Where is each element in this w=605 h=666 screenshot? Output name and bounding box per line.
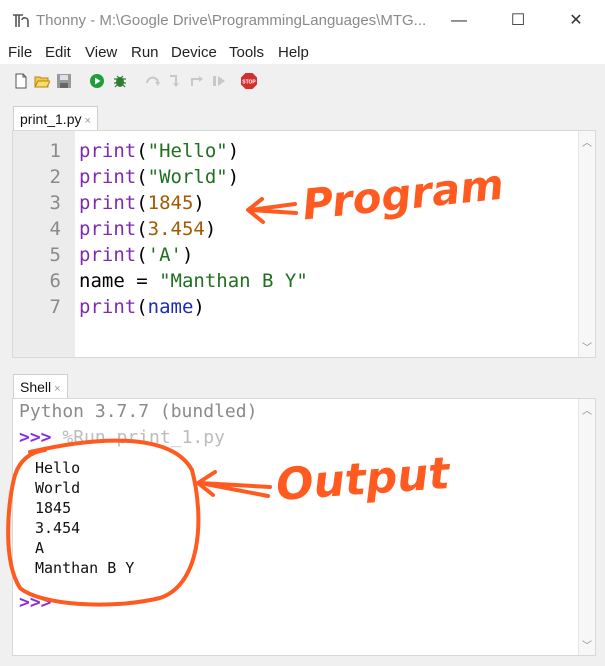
code-line: name = "Manthan B Y" [79,270,308,292]
code-line: print("Hello") [79,140,239,162]
scroll-down-icon[interactable]: ﹀ [582,637,592,652]
run-icon[interactable] [89,73,105,89]
line-number: 2 [49,166,61,188]
code-token: 3.454 [147,218,205,240]
shell-output-line: World [35,479,81,497]
menu-tools[interactable]: Tools [229,44,264,61]
shell-output-line: A [35,539,45,557]
menu-view[interactable]: View [85,44,117,61]
code-line: print(name) [79,296,205,318]
menu-file[interactable]: File [8,44,32,61]
code-token: "Hello" [147,140,228,162]
shell-output-line: Manthan B Y [35,559,135,577]
scroll-up-icon[interactable]: ︿ [582,402,592,417]
tab-label: print_1.py [20,111,82,127]
tab-close-icon[interactable]: × [54,383,60,395]
code-token: ) [181,244,194,266]
shell-prompt: >>> [19,592,52,613]
editor-tab-strip: print_1.py × [12,104,605,132]
stop-icon-label: STOP [242,80,256,86]
line-number: 4 [49,218,61,240]
code-token: print [79,218,137,240]
tab-shell[interactable]: Shell × [13,374,68,400]
window-title: Thonny - M:\Google Drive\ProgrammingLang… [36,12,427,29]
code-token: ( [136,244,148,266]
code-line: print("World") [79,166,239,188]
shell-prompt: >>> [19,427,52,448]
code-token: ( [136,166,148,188]
close-button[interactable]: ✕ [561,10,591,32]
editor-scrollbar[interactable]: ︿ ﹀ [578,131,595,357]
code-token: ) [204,218,217,240]
maximize-button[interactable]: ☐ [503,10,533,32]
shell-output-line: 1845 [35,499,72,517]
shell-output-line: 3.454 [35,519,81,537]
scroll-up-icon[interactable]: ︿ [582,134,592,149]
code-token: print [79,296,137,318]
new-file-icon[interactable] [13,73,29,89]
code-token: ( [136,140,148,162]
shell-scrollbar[interactable]: ︿ ﹀ [578,399,595,655]
shell-tab-strip: Shell × [12,372,605,400]
save-icon[interactable] [56,73,72,89]
line-number: 1 [49,140,61,162]
menu-bar: File Edit View Run Device Tools Help [0,42,605,64]
code-token: print [79,192,137,214]
tab-print-1-py[interactable]: print_1.py × [13,106,98,132]
code-token: print [79,166,137,188]
menu-device[interactable]: Device [171,44,217,61]
line-number: 6 [49,270,61,292]
minimize-button[interactable]: — [444,10,474,32]
line-number: 7 [49,296,61,318]
tab-close-icon[interactable]: × [84,115,90,127]
code-token: ( [136,296,148,318]
code-token: print [79,244,137,266]
tab-label: Shell [20,379,52,395]
code-token: print [79,140,137,162]
code-line: print(1845) [79,192,205,214]
scroll-down-icon[interactable]: ﹀ [582,339,592,354]
code-token: name [147,296,194,318]
code-token: "Manthan B Y" [159,270,308,292]
code-token: ( [136,192,148,214]
code-token: ) [193,296,205,318]
menu-help[interactable]: Help [278,44,309,61]
code-token: name = [79,270,160,292]
shell-banner: Python 3.7.7 (bundled) [19,401,258,422]
code-line: print('A') [79,244,193,266]
shell-command-line: >>> %Run print_1.py [19,427,225,448]
debug-icon[interactable] [112,73,128,89]
code-token: ( [136,218,148,240]
line-number: 3 [49,192,61,214]
shell-input-line[interactable]: >>> [19,592,52,613]
menu-run[interactable]: Run [131,44,159,61]
stop-icon[interactable]: STOP [240,72,258,90]
line-number: 5 [49,244,61,266]
step-out-icon[interactable] [189,73,205,89]
code-token: 1845 [147,192,194,214]
thonny-logo-icon [13,14,29,27]
shell-panel[interactable]: Python 3.7.7 (bundled) >>> %Run print_1.… [12,398,596,656]
menu-edit[interactable]: Edit [45,44,71,61]
open-file-icon[interactable] [34,73,50,89]
step-over-icon[interactable] [145,73,161,89]
code-editor[interactable]: 1234567 print("Hello") print("World") prin… [12,130,596,358]
code-token: ) [193,192,205,214]
code-token: ) [227,166,240,188]
shell-output-line: Hello [35,459,81,477]
toolbar: STOP [0,64,605,104]
title-bar: Thonny - M:\Google Drive\ProgrammingLang… [0,0,605,42]
line-number-gutter: 1 2 3 4 5 6 7 [13,131,75,357]
shell-command: %Run print_1.py [62,427,225,448]
code-token: "World" [147,166,228,188]
code-line: print(3.454) [79,218,216,240]
step-into-icon[interactable] [167,73,183,89]
code-token: ) [227,140,240,162]
code-token: 'A' [147,244,182,266]
resume-icon[interactable] [211,73,227,89]
